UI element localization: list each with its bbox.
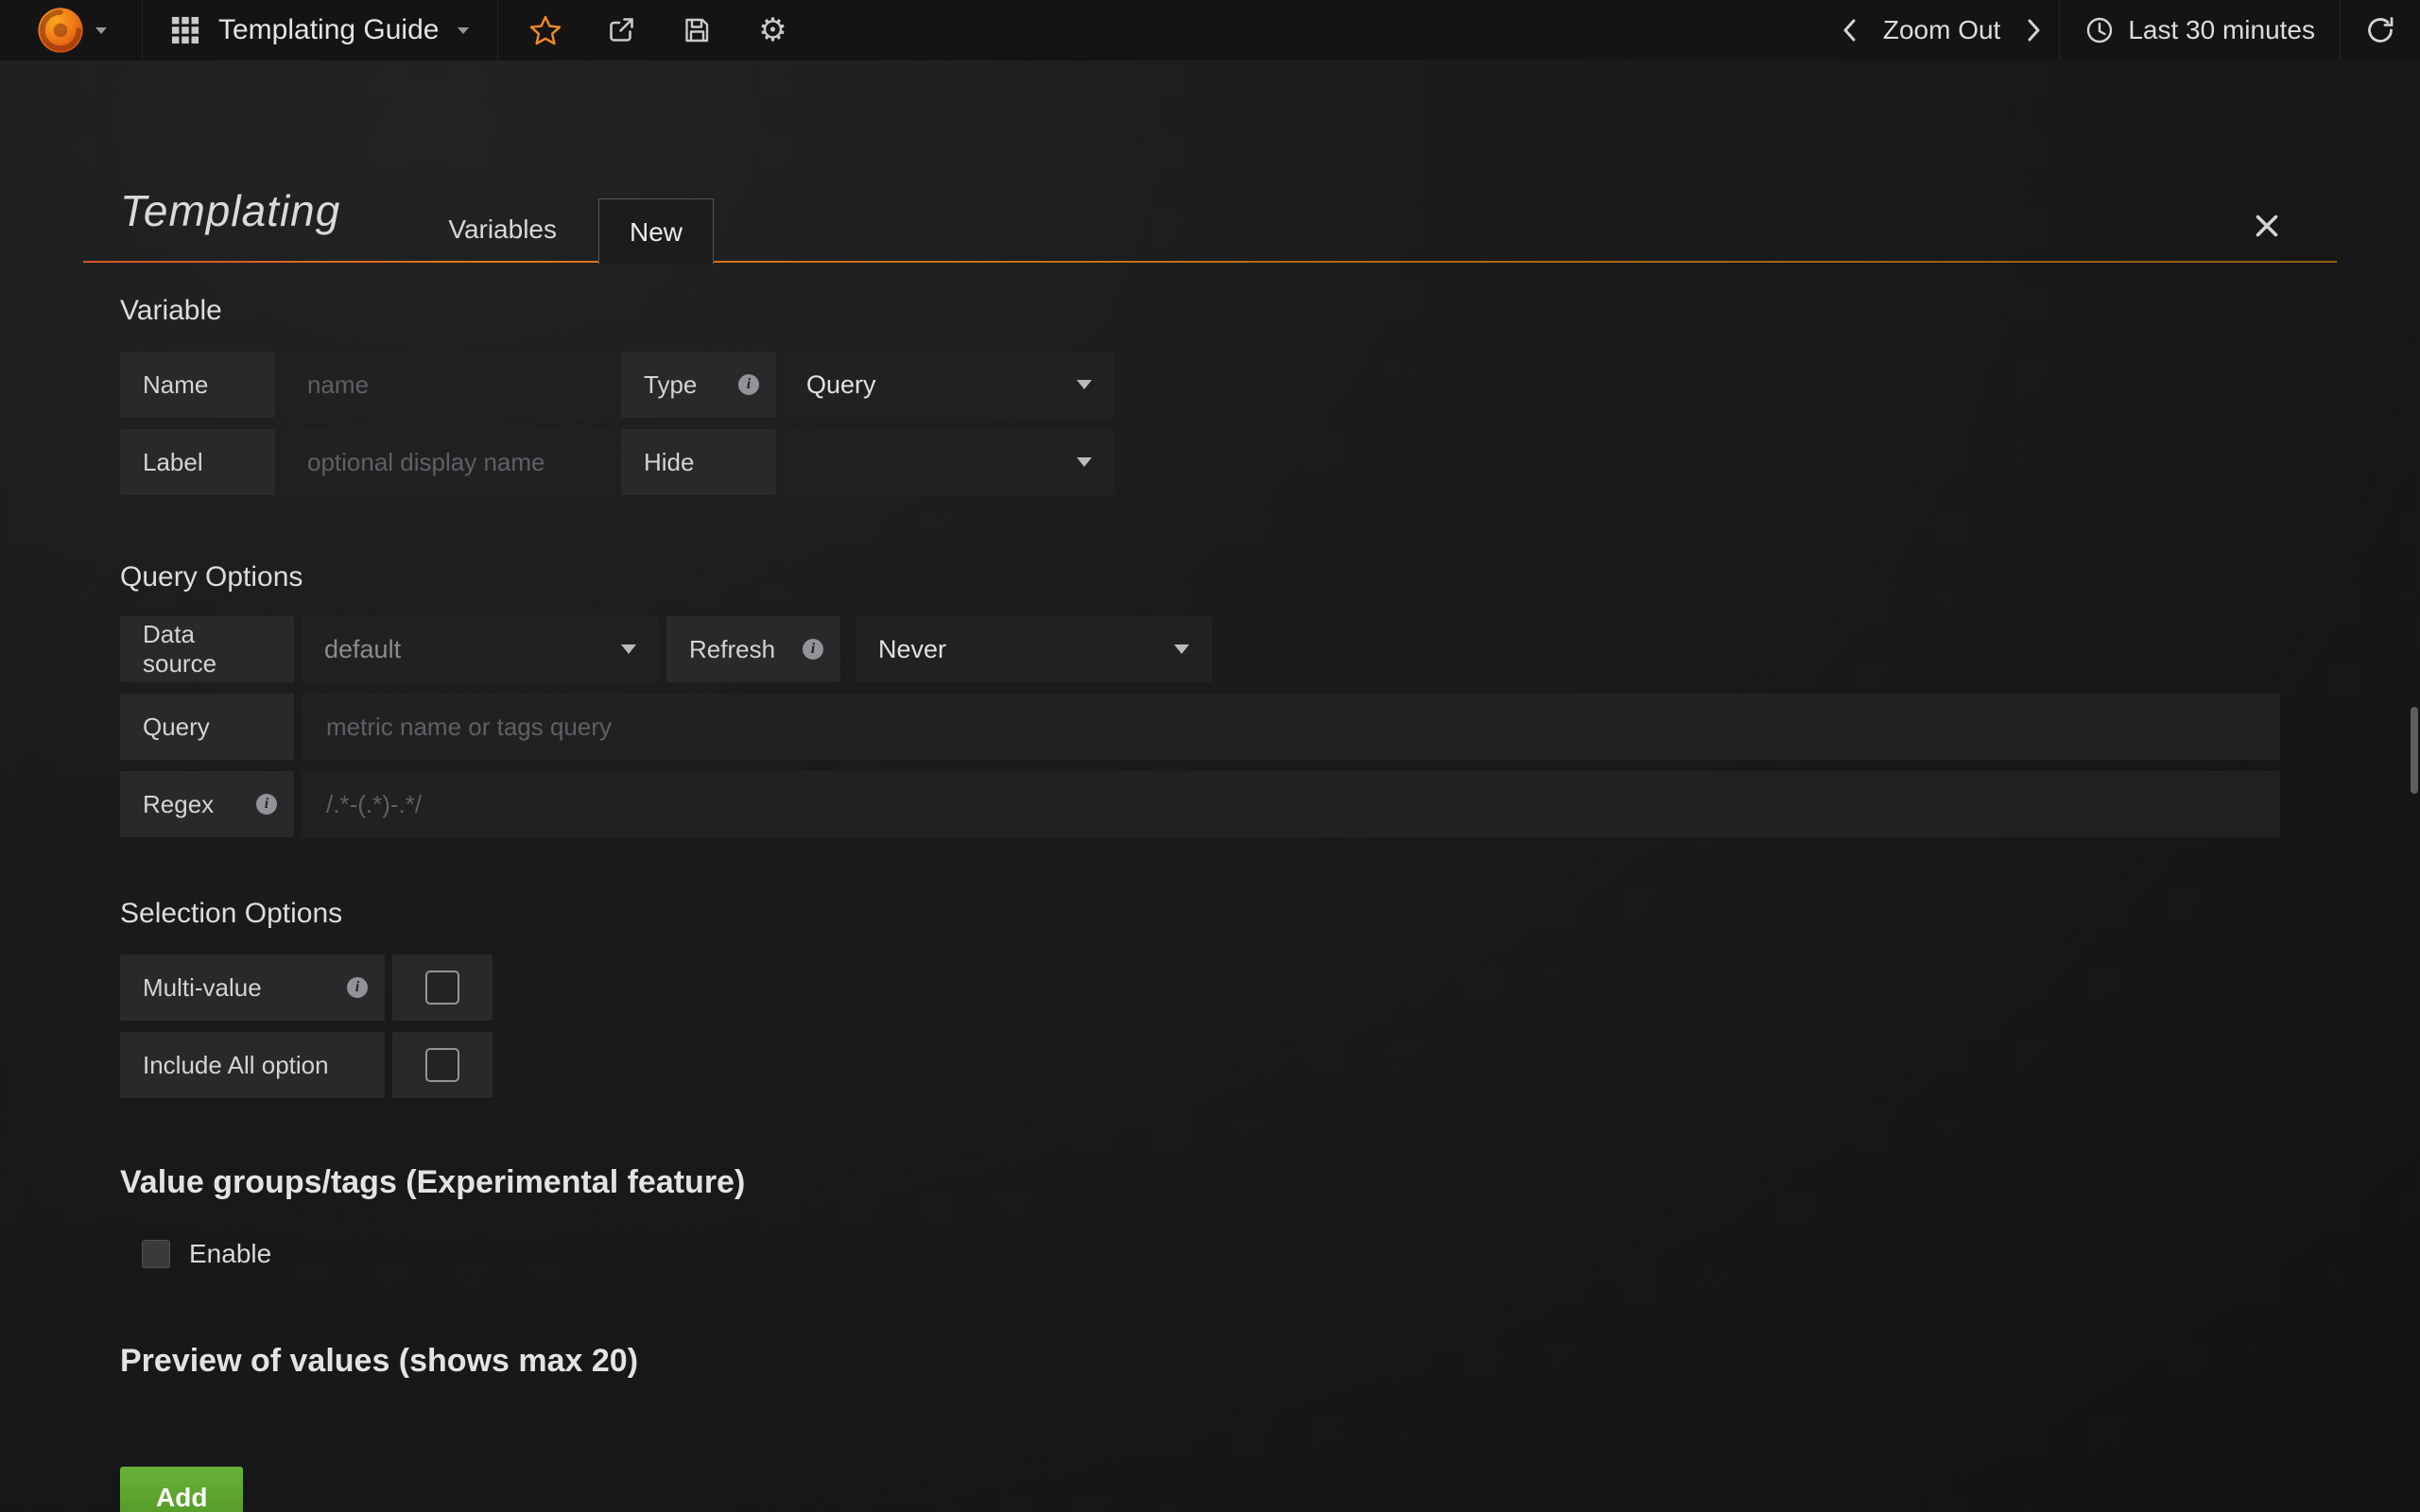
chevron-down-icon bbox=[458, 27, 469, 34]
refresh-label-text: Refresh bbox=[689, 635, 775, 664]
variable-heading: Variable bbox=[120, 295, 2280, 327]
enable-label: Enable bbox=[189, 1239, 271, 1269]
templating-editor: Templating Variables New Variable Name T… bbox=[0, 60, 2420, 1512]
preview-heading: Preview of values (shows max 20) bbox=[120, 1343, 2280, 1380]
dashboard-picker[interactable]: Templating Guide bbox=[142, 0, 498, 60]
close-icon bbox=[2253, 212, 2281, 240]
include-all-label: Include All option bbox=[120, 1032, 385, 1098]
star-icon bbox=[528, 13, 562, 47]
query-label: Query bbox=[120, 694, 294, 760]
refresh-icon bbox=[2364, 14, 2396, 46]
page-title: Templating bbox=[120, 185, 340, 236]
type-label-text: Type bbox=[644, 370, 697, 400]
label-input[interactable] bbox=[283, 429, 614, 495]
navbar-actions: ⚙ bbox=[498, 0, 810, 60]
selection-options-heading: Selection Options bbox=[120, 898, 2280, 930]
enable-checkbox[interactable] bbox=[142, 1240, 170, 1268]
grafana-logo-menu[interactable] bbox=[0, 0, 142, 60]
type-select[interactable]: Query bbox=[784, 352, 1115, 418]
zoom-out-button[interactable]: Zoom Out bbox=[1876, 15, 2008, 45]
share-button[interactable] bbox=[583, 0, 659, 60]
info-icon[interactable]: i bbox=[803, 639, 823, 660]
info-icon[interactable]: i bbox=[738, 374, 759, 395]
refresh-label: Refresh i bbox=[666, 616, 840, 682]
value-groups-section: Value groups/tags (Experimental feature)… bbox=[120, 1164, 2280, 1269]
hide-select[interactable] bbox=[784, 429, 1115, 495]
chevron-down-icon bbox=[1077, 380, 1092, 389]
zoom-out-label: Zoom Out bbox=[1883, 15, 2000, 44]
multi-value-label: Multi-value i bbox=[120, 954, 385, 1021]
chevron-down-icon bbox=[1174, 644, 1189, 654]
refresh-button[interactable] bbox=[2341, 0, 2420, 60]
clock-icon bbox=[2084, 15, 2115, 45]
close-button[interactable] bbox=[2253, 212, 2281, 240]
navbar-right: Zoom Out Last 30 minutes bbox=[1824, 0, 2420, 60]
form-row: Include All option bbox=[120, 1032, 2280, 1098]
star-button[interactable] bbox=[508, 0, 583, 60]
datasource-select-value: default bbox=[324, 635, 401, 664]
time-range-picker[interactable]: Last 30 minutes bbox=[2060, 0, 2340, 60]
name-input[interactable] bbox=[283, 352, 614, 418]
save-button[interactable] bbox=[659, 0, 735, 60]
tab-new[interactable]: New bbox=[598, 198, 714, 265]
settings-button[interactable]: ⚙ bbox=[735, 0, 810, 60]
gear-icon: ⚙ bbox=[758, 14, 786, 46]
query-input[interactable] bbox=[302, 694, 2280, 760]
multi-value-checkbox[interactable] bbox=[425, 971, 459, 1005]
multi-value-checkbox-panel bbox=[392, 954, 493, 1021]
multi-value-label-text: Multi-value bbox=[143, 973, 262, 1003]
page-header: Templating Variables New bbox=[83, 60, 2337, 263]
refresh-select-value: Never bbox=[878, 635, 946, 664]
hide-label: Hide bbox=[621, 429, 776, 495]
name-label: Name bbox=[120, 352, 275, 418]
type-label: Type i bbox=[621, 352, 776, 418]
query-options-heading: Query Options bbox=[120, 561, 2280, 593]
selection-options-section: Selection Options Multi-value i Include … bbox=[120, 898, 2280, 1098]
refresh-select[interactable]: Never bbox=[856, 616, 1212, 682]
form-row: Name Type i Query bbox=[120, 352, 2280, 418]
chevron-down-icon bbox=[95, 27, 107, 34]
datasource-select[interactable]: default bbox=[302, 616, 659, 682]
query-options-section: Query Options Data source default Refres… bbox=[120, 561, 2280, 837]
enable-row: Enable bbox=[120, 1239, 2280, 1269]
form-row: Data source default Refresh i Never bbox=[120, 616, 2280, 682]
datasource-label: Data source bbox=[120, 616, 294, 682]
form-row: Multi-value i bbox=[120, 954, 2280, 1021]
save-icon bbox=[681, 14, 713, 46]
scrollbar-thumb[interactable] bbox=[2411, 707, 2418, 794]
chevron-down-icon bbox=[1077, 457, 1092, 467]
chevron-right-icon bbox=[2023, 16, 2044, 44]
time-shift-forward-button[interactable] bbox=[2008, 0, 2059, 60]
regex-label: Regex i bbox=[120, 771, 294, 837]
time-shift-back-button[interactable] bbox=[1824, 0, 1876, 60]
navbar: Templating Guide bbox=[0, 0, 2420, 60]
regex-label-text: Regex bbox=[143, 790, 214, 819]
form-row: Label Hide bbox=[120, 429, 2280, 495]
form-row: Regex i bbox=[120, 771, 2280, 837]
variable-section: Variable Name Type i Query Label Hide bbox=[120, 295, 2280, 495]
grafana-logo-icon bbox=[35, 5, 86, 56]
share-icon bbox=[605, 14, 637, 46]
chevron-left-icon bbox=[1840, 16, 1860, 44]
include-all-checkbox[interactable] bbox=[425, 1048, 459, 1082]
label-label: Label bbox=[120, 429, 275, 495]
add-button[interactable]: Add bbox=[120, 1467, 243, 1512]
include-all-checkbox-panel bbox=[392, 1032, 493, 1098]
time-range-label: Last 30 minutes bbox=[2128, 15, 2315, 45]
tab-variables[interactable]: Variables bbox=[416, 197, 589, 263]
chevron-down-icon bbox=[621, 644, 636, 654]
info-icon[interactable]: i bbox=[256, 794, 277, 815]
dashboard-title: Templating Guide bbox=[218, 14, 439, 46]
dashboard-grid-icon bbox=[171, 16, 199, 44]
value-groups-heading: Value groups/tags (Experimental feature) bbox=[120, 1164, 2280, 1201]
tab-bar: Variables New bbox=[416, 197, 714, 263]
form-row: Query bbox=[120, 694, 2280, 760]
type-select-value: Query bbox=[806, 370, 876, 400]
regex-input[interactable] bbox=[302, 771, 2280, 837]
info-icon[interactable]: i bbox=[347, 977, 368, 998]
